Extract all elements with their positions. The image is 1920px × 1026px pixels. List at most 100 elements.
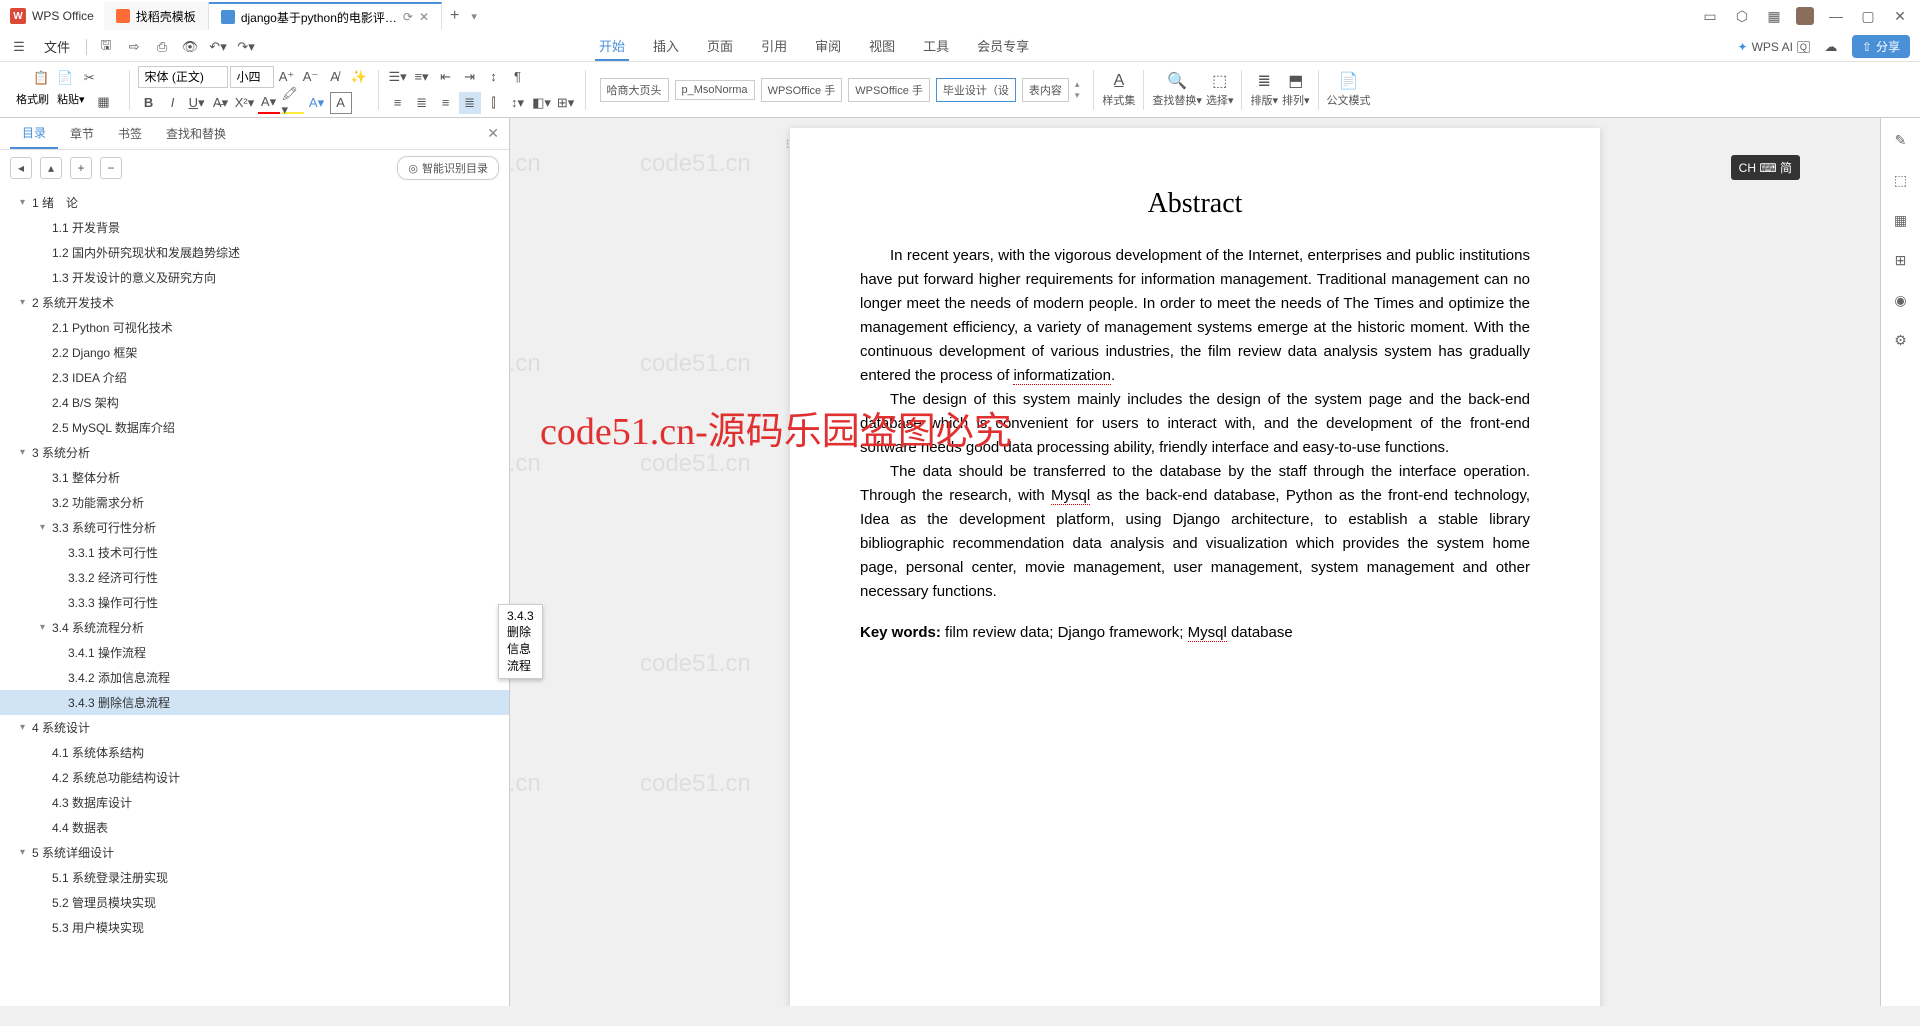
sidebar-tab-chapters[interactable]: 章节: [58, 119, 106, 148]
hamburger-icon[interactable]: ☰: [10, 38, 28, 56]
font-effects-icon[interactable]: ✨: [348, 66, 370, 88]
outline-item[interactable]: 1.1 开发背景: [0, 215, 509, 240]
find-replace-button[interactable]: 🔍查找替换▾: [1152, 71, 1202, 108]
sidebar-close-icon[interactable]: ✕: [487, 125, 499, 142]
menu-tab-page[interactable]: 页面: [703, 32, 737, 61]
outline-item[interactable]: 2.4 B/S 架构: [0, 390, 509, 415]
collapse-tool-icon[interactable]: ◂: [10, 157, 32, 179]
paste-icon[interactable]: 📄: [54, 67, 76, 89]
number-list-icon[interactable]: ≡▾: [411, 66, 433, 88]
shading-button[interactable]: A▾: [306, 92, 328, 114]
bold-button[interactable]: B: [138, 92, 160, 114]
clear-format-icon[interactable]: A̸: [324, 66, 346, 88]
outline-item[interactable]: ▾3.3 系统可行性分析: [0, 515, 509, 540]
align-center-icon[interactable]: ≣: [411, 92, 433, 114]
refresh-icon[interactable]: ⟳: [403, 10, 413, 24]
outline-item[interactable]: 1.2 国内外研究现状和发展趋势综述: [0, 240, 509, 265]
menu-tab-start[interactable]: 开始: [595, 32, 629, 61]
style-5[interactable]: 表内容: [1022, 78, 1069, 102]
outline-item[interactable]: ▾3 系统分析: [0, 440, 509, 465]
decrease-indent-icon[interactable]: ⇤: [435, 66, 457, 88]
outline-item[interactable]: 3.3.3 操作可行性: [0, 590, 509, 615]
format-painter-button[interactable]: 格式刷: [16, 91, 49, 113]
line-spacing-icon[interactable]: ↕▾: [507, 92, 529, 114]
outline-item[interactable]: 3.2 功能需求分析: [0, 490, 509, 515]
paste-options-icon[interactable]: ▦: [93, 91, 115, 113]
close-icon[interactable]: ✕: [1890, 6, 1910, 26]
outline-caret-icon[interactable]: ▾: [40, 622, 52, 633]
outline-item[interactable]: 3.4.2 添加信息流程: [0, 665, 509, 690]
menu-tab-reference[interactable]: 引用: [757, 32, 791, 61]
new-tab-button[interactable]: +: [442, 7, 467, 25]
outline-item[interactable]: ▾2 系统开发技术: [0, 290, 509, 315]
rail-icon-6[interactable]: ⚙: [1889, 328, 1913, 352]
outline-item[interactable]: 2.2 Django 框架: [0, 340, 509, 365]
style-0[interactable]: 哈商大页头: [600, 78, 669, 102]
outline-item[interactable]: 4.1 系统体系结构: [0, 740, 509, 765]
menu-tab-insert[interactable]: 插入: [649, 32, 683, 61]
decrease-font-icon[interactable]: A⁻: [300, 66, 322, 88]
outline-item[interactable]: 5.1 系统登录注册实现: [0, 865, 509, 890]
close-tab-icon[interactable]: ✕: [419, 10, 429, 24]
outline-item[interactable]: 3.4.3 删除信息流程: [0, 690, 509, 715]
arrange-button[interactable]: ⬒排列▾: [1282, 71, 1310, 108]
cut-icon[interactable]: ✂: [78, 67, 100, 89]
print-icon[interactable]: ⎙: [153, 38, 171, 56]
export-icon[interactable]: ⇨: [125, 38, 143, 56]
font-name-select[interactable]: [138, 66, 228, 88]
para-shading-icon[interactable]: ◧▾: [531, 92, 553, 114]
outline-caret-icon[interactable]: ▾: [20, 297, 32, 308]
file-menu[interactable]: 文件: [38, 37, 76, 56]
ime-badge[interactable]: CH ⌨ 简: [1731, 155, 1800, 180]
show-marks-icon[interactable]: ¶: [507, 66, 529, 88]
redo-icon[interactable]: ↷▾: [237, 38, 255, 56]
outline-caret-icon[interactable]: ▾: [20, 197, 32, 208]
expand-tool-icon[interactable]: ▴: [40, 157, 62, 179]
increase-font-icon[interactable]: A⁺: [276, 66, 298, 88]
remove-tool-icon[interactable]: −: [100, 157, 122, 179]
menu-tab-view[interactable]: 视图: [865, 32, 899, 61]
highlight-button[interactable]: 🖍▾: [282, 92, 304, 114]
outline-item[interactable]: 5.3 用户模块实现: [0, 915, 509, 940]
rail-icon-2[interactable]: ⬚: [1889, 168, 1913, 192]
outline-item[interactable]: 3.3.2 经济可行性: [0, 565, 509, 590]
style-2[interactable]: WPSOffice 手: [761, 78, 843, 102]
borders-icon[interactable]: ⊞▾: [555, 92, 577, 114]
rail-icon-5[interactable]: ◉: [1889, 288, 1913, 312]
select-button[interactable]: ⬚选择▾: [1206, 71, 1234, 108]
distribute-icon[interactable]: ⫿: [483, 92, 505, 114]
outline-item[interactable]: ▾4 系统设计: [0, 715, 509, 740]
cloud-icon[interactable]: ☁: [1822, 38, 1840, 56]
doc-mode-button[interactable]: 📄公文模式: [1327, 71, 1371, 108]
sidebar-tab-findreplace[interactable]: 查找和替换: [154, 119, 238, 148]
style-1[interactable]: p_MsoNorma: [675, 80, 755, 100]
paste-button[interactable]: 粘贴▾: [57, 91, 85, 113]
style-4[interactable]: 毕业设计（设: [936, 78, 1016, 102]
outline-item[interactable]: ▾3.4 系统流程分析: [0, 615, 509, 640]
outline-item[interactable]: 4.2 系统总功能结构设计: [0, 765, 509, 790]
maximize-icon[interactable]: ▢: [1858, 6, 1878, 26]
outline-caret-icon[interactable]: ▾: [40, 522, 52, 533]
outline-item[interactable]: 1.3 开发设计的意义及研究方向: [0, 265, 509, 290]
sort-icon[interactable]: ↕: [483, 66, 505, 88]
outline-item[interactable]: 4.3 数据库设计: [0, 790, 509, 815]
style-up-icon[interactable]: ▴: [1075, 79, 1080, 90]
outline-item[interactable]: 3.3.1 技术可行性: [0, 540, 509, 565]
outline-item[interactable]: 2.3 IDEA 介绍: [0, 365, 509, 390]
align-justify-icon[interactable]: ≣: [459, 92, 481, 114]
outline-item[interactable]: ▾5 系统详细设计: [0, 840, 509, 865]
preview-icon[interactable]: 👁: [181, 38, 199, 56]
rail-icon-1[interactable]: ✎: [1889, 128, 1913, 152]
style-down-icon[interactable]: ▾: [1075, 90, 1080, 101]
outline-item[interactable]: 3.4.1 操作流程: [0, 640, 509, 665]
outline-caret-icon[interactable]: ▾: [20, 847, 32, 858]
menu-tab-member[interactable]: 会员专享: [973, 32, 1033, 61]
layout-button[interactable]: ≣排版▾: [1250, 71, 1278, 108]
copy-icon[interactable]: 📋: [30, 67, 52, 89]
share-button[interactable]: ⇧ 分享: [1852, 35, 1910, 58]
increase-indent-icon[interactable]: ⇥: [459, 66, 481, 88]
outline-item[interactable]: 3.1 整体分析: [0, 465, 509, 490]
outline-item[interactable]: 2.1 Python 可视化技术: [0, 315, 509, 340]
bullet-list-icon[interactable]: ☰▾: [387, 66, 409, 88]
sidebar-tab-outline[interactable]: 目录: [10, 118, 58, 149]
